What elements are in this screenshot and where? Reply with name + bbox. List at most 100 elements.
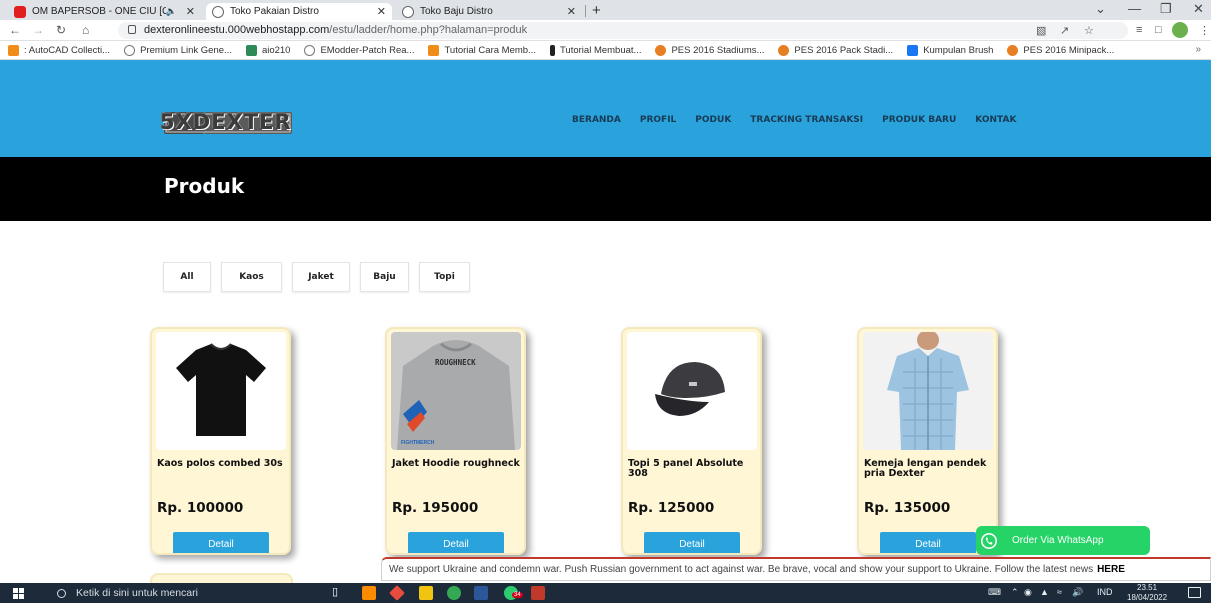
reading-list-icon[interactable]: ≡	[1136, 24, 1142, 36]
bookmark-orange-icon	[8, 44, 19, 56]
product-name: Kaos polos combed 30s	[157, 458, 283, 469]
tray-app-icon[interactable]: ◉	[1024, 587, 1032, 598]
language-indicator[interactable]: IND	[1097, 587, 1113, 597]
close-icon[interactable]: ✕	[377, 5, 386, 18]
bookmark-label: Kumpulan Brush	[923, 44, 994, 56]
detail-button[interactable]: Detail	[408, 532, 504, 553]
tab-toko-baju[interactable]: Toko Baju Distro ✕	[396, 3, 582, 20]
menu-item-produk-baru[interactable]: PRODUK BARU	[882, 115, 956, 125]
product-name: Topi 5 panel Absolute 308	[628, 458, 744, 479]
tab-search-icon[interactable]: ⌄	[1095, 1, 1106, 17]
product-image[interactable]: FIGHTMERCH ROUGHNECK	[391, 332, 521, 450]
file-explorer-icon[interactable]	[419, 586, 433, 600]
screen: OM BAPERSOB - ONE CIU [C 🔈 ✕ Toko Pakaia…	[0, 0, 1211, 603]
product-price: Rp. 195000	[392, 500, 479, 516]
detail-button[interactable]: Detail	[880, 532, 976, 553]
tab-title: Toko Pakaian Distro	[230, 6, 319, 17]
bookmark-item[interactable]: Tutorial Cara Memb...	[428, 44, 536, 56]
bookmark-item[interactable]: Kumpulan Brush	[907, 44, 994, 56]
xampp-icon[interactable]	[362, 586, 376, 600]
profile-avatar[interactable]	[1172, 22, 1188, 38]
menu-icon[interactable]: ⋮	[1199, 24, 1210, 37]
menu-item-beranda[interactable]: BERANDA	[572, 115, 621, 125]
taskbar-search-placeholder: Ketik di sini untuk mencari	[76, 587, 198, 599]
address-bar: ← → ↻ ⌂ dexteronlineestu.000webhostapp.c…	[0, 20, 1211, 41]
volume-icon[interactable]: 🔊	[1072, 587, 1083, 598]
globe-icon	[402, 5, 414, 18]
close-window-icon[interactable]: ✕	[1193, 1, 1204, 17]
product-image[interactable]	[627, 332, 757, 450]
whatsapp-order-button[interactable]: Order Via WhatsApp	[976, 526, 1150, 555]
tab-title: OM BAPERSOB - ONE CIU [C	[32, 6, 166, 17]
bookmark-pes-icon	[778, 44, 790, 56]
word-icon[interactable]	[474, 586, 488, 600]
bookmark-item[interactable]: Tutorial Membuat...	[549, 44, 641, 56]
chrome-icon[interactable]	[447, 586, 461, 600]
bookmark-label: PES 2016 Minipack...	[1023, 44, 1115, 56]
translate-icon[interactable]: ▧	[1036, 24, 1046, 37]
task-view-icon[interactable]: ▯	[332, 585, 346, 599]
bookmark-item[interactable]: aio210	[245, 44, 290, 56]
detail-button[interactable]: Detail	[173, 532, 269, 553]
menu-item-tracking-transaksi[interactable]: TRACKING TRANSAKSI	[750, 115, 863, 125]
filter-kaos[interactable]: Kaos	[221, 262, 282, 292]
lock-icon[interactable]	[128, 25, 136, 34]
close-icon[interactable]: ✕	[186, 5, 195, 18]
taskbar-search[interactable]: Ketik di sini untuk mencari	[48, 585, 280, 601]
speaker-icon[interactable]: 🔈	[166, 6, 177, 17]
side-panel-icon[interactable]: □	[1155, 24, 1162, 36]
forward-icon[interactable]: →	[32, 23, 44, 37]
bookmark-label: PES 2016 Stadiums...	[671, 44, 765, 56]
product-price: Rp. 135000	[864, 500, 951, 516]
bookmark-item[interactable]: PES 2016 Stadiums...	[655, 44, 765, 56]
black-tshirt-icon	[176, 343, 266, 436]
action-center-icon[interactable]	[1188, 587, 1201, 598]
tab-youtube[interactable]: OM BAPERSOB - ONE CIU [C 🔈 ✕	[8, 3, 201, 20]
menu-item-profil[interactable]: PROFIL	[640, 115, 676, 125]
bookmark-label: Premium Link Gene...	[140, 44, 232, 56]
reload-icon[interactable]: ↻	[56, 23, 66, 37]
url-field[interactable]: dexteronlineestu.000webhostapp.com/estu/…	[118, 22, 1128, 39]
minimize-icon[interactable]: —	[1128, 1, 1141, 16]
keyboard-icon[interactable]: ⌨	[988, 587, 1001, 598]
restore-icon[interactable]: ❐	[1160, 1, 1172, 17]
bookmark-item[interactable]: EModder-Patch Rea...	[304, 44, 414, 56]
bookmark-label: PES 2016 Pack Stadi...	[794, 44, 894, 56]
product-image[interactable]	[863, 332, 993, 450]
close-icon[interactable]: ✕	[567, 5, 576, 18]
filter-topi[interactable]: Topi	[419, 262, 470, 292]
bookmark-item[interactable]: PES 2016 Minipack...	[1007, 44, 1115, 56]
product-image[interactable]	[156, 332, 286, 450]
bookmark-item[interactable]: Premium Link Gene...	[124, 44, 232, 56]
filter-all[interactable]: All	[163, 262, 211, 292]
bookmark-pes-icon	[1007, 44, 1019, 56]
filter-jaket[interactable]: Jaket	[292, 262, 350, 292]
back-icon[interactable]: ←	[9, 23, 21, 37]
bookmark-dark-icon	[549, 44, 555, 56]
app-icon[interactable]	[531, 586, 545, 600]
windows-start-icon[interactable]	[13, 588, 24, 599]
filter-baju[interactable]: Baju	[360, 262, 409, 292]
bookmark-globe-icon	[124, 44, 136, 56]
wifi-icon[interactable]: ≈	[1057, 587, 1062, 597]
bookmark-item[interactable]: PES 2016 Pack Stadi...	[778, 44, 894, 56]
page-title: Produk	[164, 174, 245, 198]
bookmark-star-icon[interactable]: ☆	[1084, 24, 1094, 37]
ukraine-link[interactable]: HERE	[1097, 564, 1125, 575]
whatsapp-icon	[980, 532, 998, 549]
menu-item-kontak[interactable]: KONTAK	[975, 115, 1016, 125]
tab-toko-pakaian[interactable]: Toko Pakaian Distro ✕	[206, 3, 392, 20]
clock[interactable]: 23.51 18/04/2022	[1127, 583, 1167, 603]
share-icon[interactable]: ↗	[1060, 24, 1069, 37]
home-icon[interactable]: ⌂	[82, 23, 89, 37]
detail-button[interactable]: Detail	[644, 532, 740, 553]
logo-text: 5XDEXTER	[160, 110, 292, 134]
bookmark-globe-icon	[304, 44, 316, 56]
bookmark-item[interactable]: : AutoCAD Collecti...	[8, 44, 110, 56]
network-icon[interactable]: ▲	[1040, 587, 1049, 597]
new-tab-icon[interactable]: +	[592, 2, 601, 19]
bookmarks-overflow-icon[interactable]: »	[1195, 44, 1201, 55]
git-icon[interactable]	[389, 585, 405, 601]
tray-overflow-icon[interactable]: ⌃	[1011, 587, 1019, 598]
menu-item-poduk[interactable]: PODUK	[695, 115, 731, 125]
